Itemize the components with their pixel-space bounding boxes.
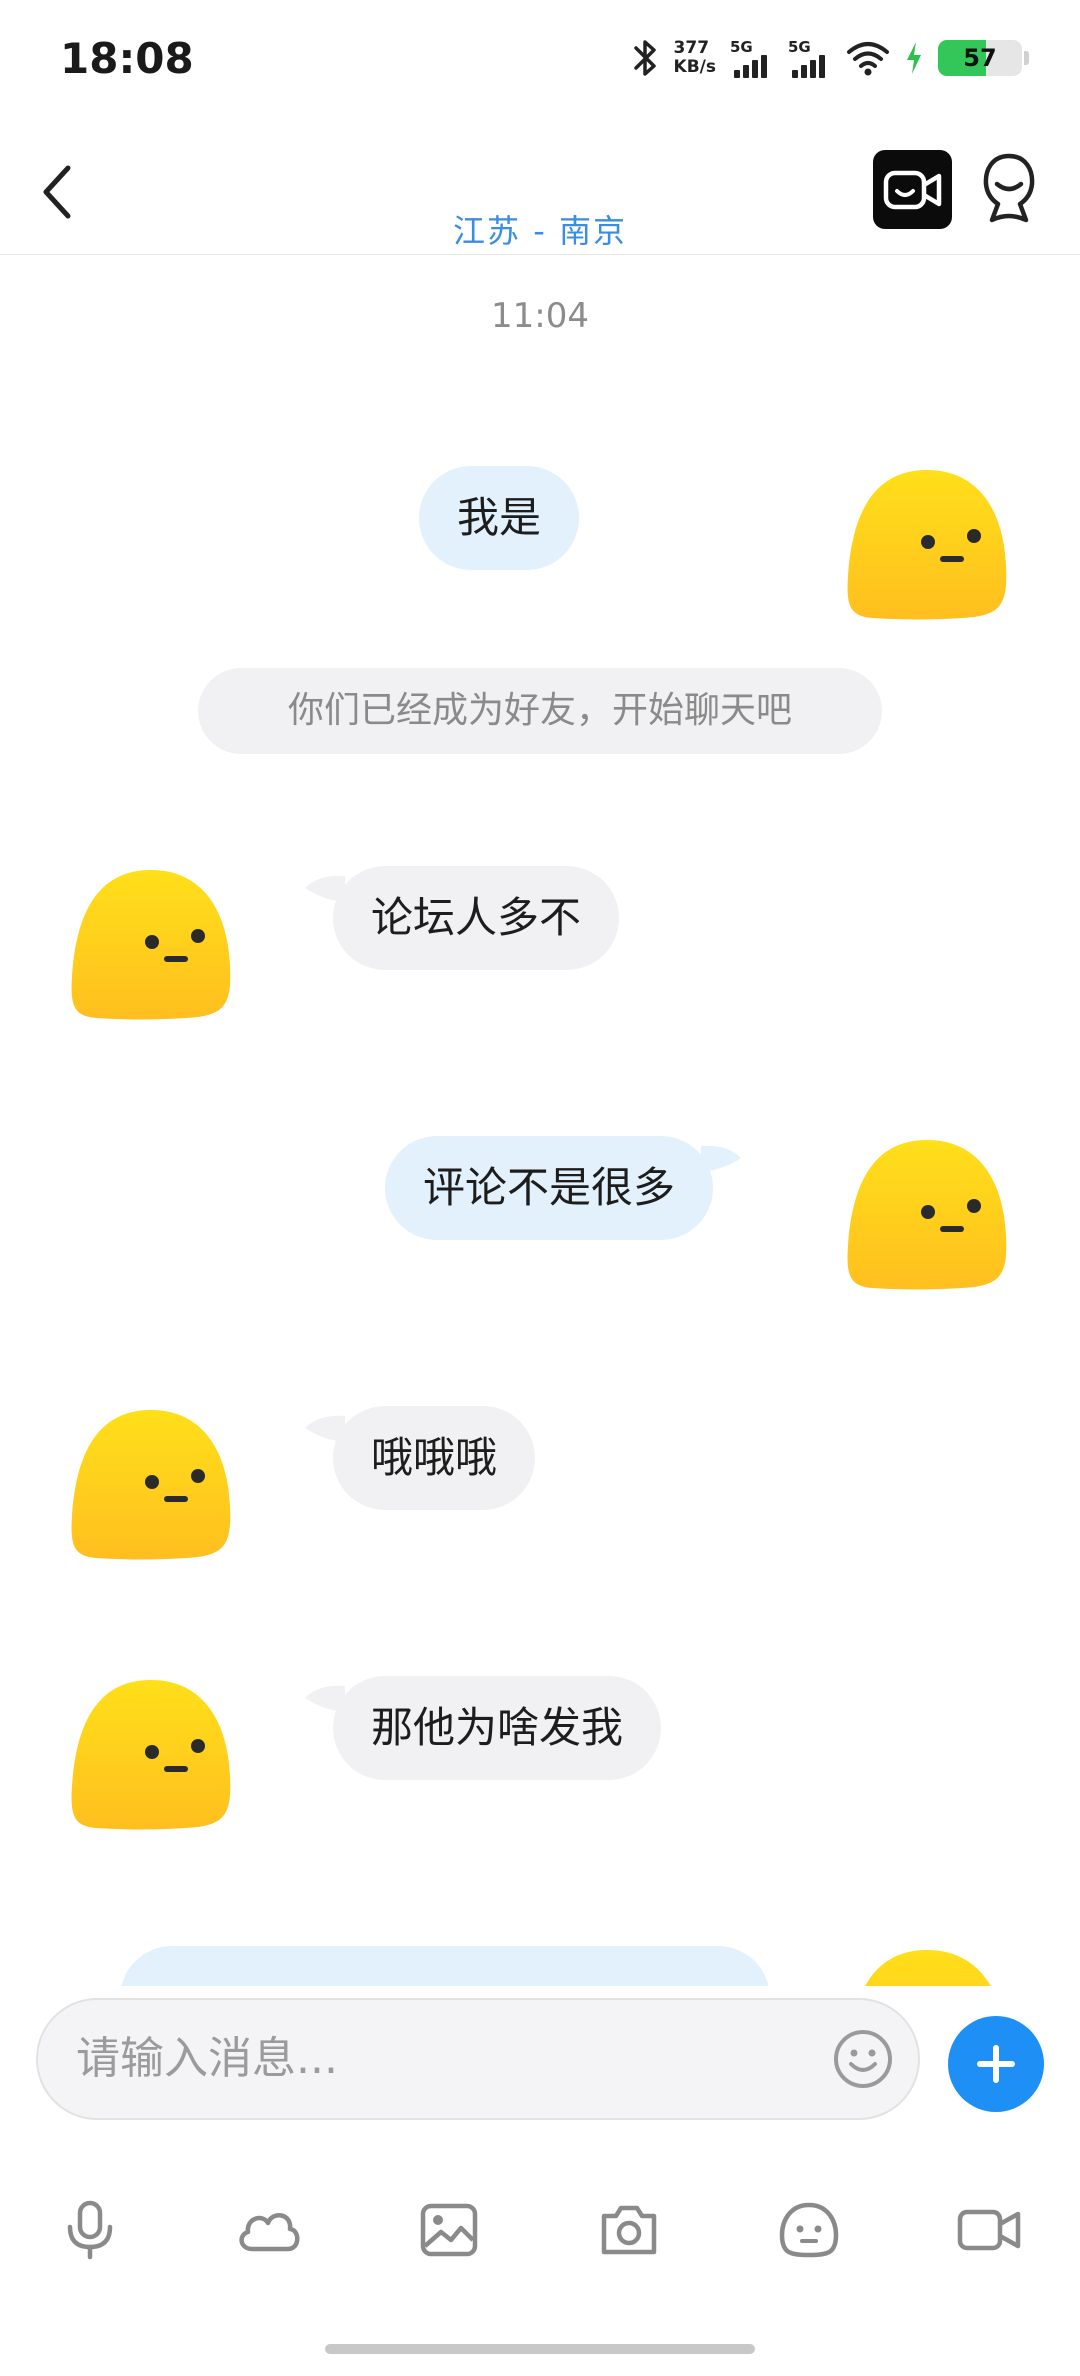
camera-button[interactable] bbox=[589, 2190, 669, 2270]
system-message: 你们已经成为好友，开始聊天吧 bbox=[198, 668, 882, 754]
incoming-message[interactable]: 哦哦哦 bbox=[305, 1406, 536, 1510]
sticker-icon bbox=[779, 2202, 839, 2258]
cloud-icon bbox=[239, 2213, 300, 2252]
chat-header: 江苏 - 南京 bbox=[0, 120, 1080, 255]
video-camera-icon bbox=[883, 170, 941, 209]
contact-avatar[interactable] bbox=[66, 866, 236, 1026]
contact-avatar[interactable] bbox=[66, 1406, 236, 1566]
my-avatar[interactable] bbox=[842, 466, 1012, 626]
outgoing-message[interactable]: 评论不是很多 bbox=[385, 1136, 742, 1240]
video-call-button[interactable] bbox=[873, 150, 952, 229]
battery-icon: 57 bbox=[938, 38, 1030, 78]
status-time: 18:08 bbox=[60, 34, 194, 83]
incoming-message[interactable]: 论坛人多不 bbox=[305, 866, 620, 970]
video-icon bbox=[957, 2209, 1021, 2251]
charging-icon bbox=[907, 42, 921, 74]
camera-icon bbox=[601, 2205, 657, 2255]
message-timestamp: 11:04 bbox=[491, 296, 589, 336]
voice-button[interactable] bbox=[50, 2190, 130, 2270]
contact-avatar[interactable] bbox=[66, 1676, 236, 1836]
home-indicator[interactable] bbox=[325, 2344, 755, 2354]
outgoing-message[interactable] bbox=[120, 1946, 770, 1986]
chat-list[interactable]: 11:04 我是 你们已经成为好友，开始聊天吧 论坛人多不 评论不是很多 哦哦哦… bbox=[0, 256, 1080, 1986]
image-button[interactable] bbox=[409, 2190, 489, 2270]
my-avatar[interactable] bbox=[842, 1946, 1012, 1986]
signal-2-icon: 5G bbox=[788, 38, 832, 78]
message-input[interactable]: 请输入消息... bbox=[36, 1998, 920, 2120]
add-attachment-button[interactable] bbox=[948, 2016, 1044, 2112]
emoji-button[interactable] bbox=[832, 2028, 894, 2090]
profile-button[interactable] bbox=[978, 150, 1040, 230]
video-button[interactable] bbox=[949, 2190, 1029, 2270]
wifi-icon bbox=[847, 42, 889, 76]
bluetooth-icon bbox=[633, 40, 656, 76]
network-speed: 377 KB/s bbox=[673, 38, 716, 77]
microphone-icon bbox=[67, 2200, 113, 2260]
cloud-button[interactable] bbox=[229, 2190, 309, 2270]
outgoing-message[interactable]: 我是 bbox=[419, 466, 580, 570]
incoming-message[interactable]: 那他为啥发我 bbox=[305, 1676, 662, 1780]
signal-1-icon: 5G bbox=[730, 38, 774, 78]
status-icons: 377 KB/s 5G 5G 57 bbox=[630, 30, 1030, 86]
input-toolbar bbox=[0, 2190, 1080, 2280]
plus-icon bbox=[977, 2045, 1015, 2083]
image-icon bbox=[420, 2203, 478, 2257]
message-input-bar: 请输入消息... bbox=[0, 1986, 1080, 2156]
sticker-button[interactable] bbox=[769, 2190, 849, 2270]
my-avatar[interactable] bbox=[842, 1136, 1012, 1296]
status-bar: 18:08 377 KB/s 5G 5G 57 bbox=[0, 0, 1080, 120]
